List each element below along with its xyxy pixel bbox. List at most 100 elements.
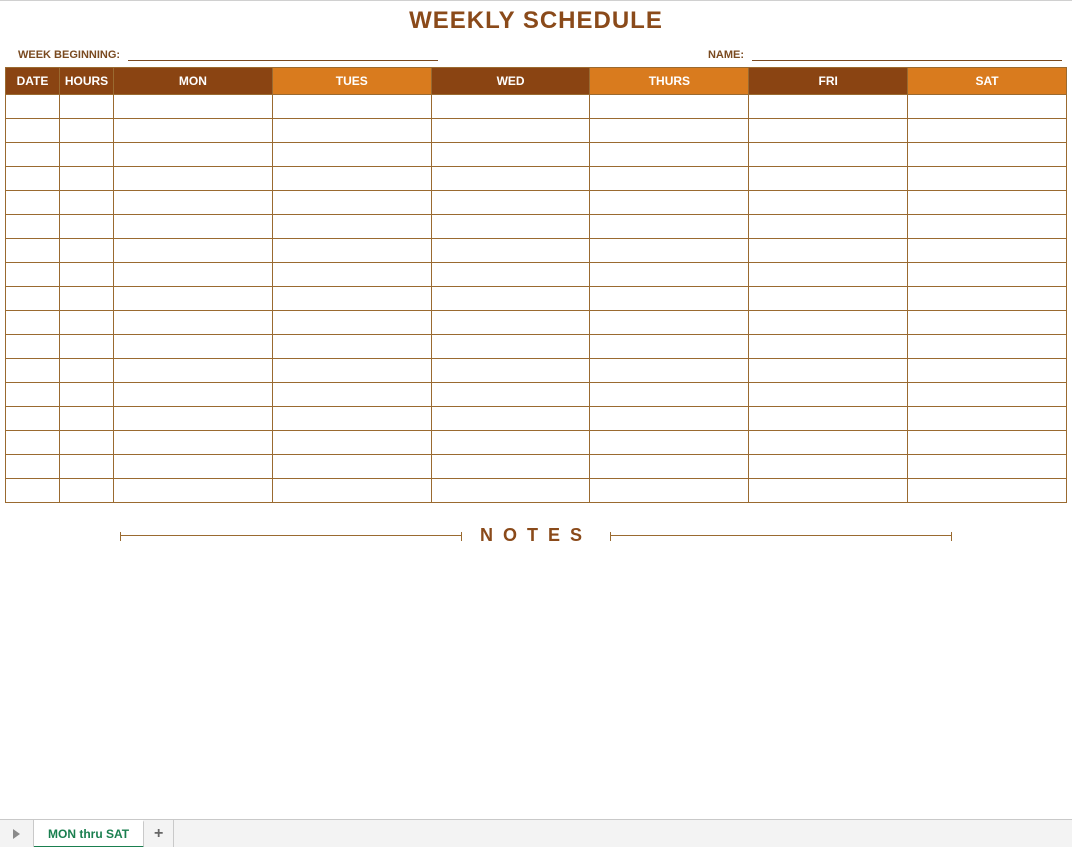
table-cell[interactable]: [272, 359, 431, 383]
table-cell[interactable]: [6, 359, 60, 383]
table-cell[interactable]: [272, 455, 431, 479]
table-cell[interactable]: [590, 383, 749, 407]
table-cell[interactable]: [60, 239, 114, 263]
table-cell[interactable]: [431, 431, 590, 455]
table-cell[interactable]: [431, 167, 590, 191]
table-cell[interactable]: [749, 263, 908, 287]
table-cell[interactable]: [114, 167, 273, 191]
table-cell[interactable]: [749, 143, 908, 167]
table-cell[interactable]: [114, 407, 273, 431]
table-cell[interactable]: [114, 287, 273, 311]
table-cell[interactable]: [590, 335, 749, 359]
table-cell[interactable]: [272, 407, 431, 431]
table-cell[interactable]: [431, 263, 590, 287]
table-cell[interactable]: [60, 263, 114, 287]
table-cell[interactable]: [908, 311, 1067, 335]
table-cell[interactable]: [6, 335, 60, 359]
table-cell[interactable]: [431, 335, 590, 359]
table-cell[interactable]: [6, 167, 60, 191]
table-cell[interactable]: [908, 239, 1067, 263]
table-cell[interactable]: [590, 191, 749, 215]
table-cell[interactable]: [590, 215, 749, 239]
table-cell[interactable]: [272, 479, 431, 503]
table-cell[interactable]: [908, 359, 1067, 383]
table-cell[interactable]: [590, 119, 749, 143]
table-cell[interactable]: [272, 335, 431, 359]
table-cell[interactable]: [431, 455, 590, 479]
table-cell[interactable]: [60, 95, 114, 119]
table-cell[interactable]: [590, 167, 749, 191]
table-cell[interactable]: [60, 479, 114, 503]
table-cell[interactable]: [6, 119, 60, 143]
table-cell[interactable]: [908, 215, 1067, 239]
table-cell[interactable]: [60, 407, 114, 431]
table-cell[interactable]: [114, 359, 273, 383]
table-cell[interactable]: [6, 431, 60, 455]
table-cell[interactable]: [749, 479, 908, 503]
table-cell[interactable]: [908, 95, 1067, 119]
table-cell[interactable]: [6, 383, 60, 407]
table-cell[interactable]: [114, 95, 273, 119]
table-cell[interactable]: [114, 119, 273, 143]
table-cell[interactable]: [272, 95, 431, 119]
table-cell[interactable]: [908, 407, 1067, 431]
table-cell[interactable]: [431, 143, 590, 167]
table-cell[interactable]: [590, 479, 749, 503]
table-cell[interactable]: [431, 95, 590, 119]
table-cell[interactable]: [908, 191, 1067, 215]
table-cell[interactable]: [272, 191, 431, 215]
table-cell[interactable]: [6, 407, 60, 431]
table-cell[interactable]: [749, 239, 908, 263]
table-cell[interactable]: [908, 287, 1067, 311]
table-cell[interactable]: [908, 455, 1067, 479]
table-cell[interactable]: [114, 263, 273, 287]
table-cell[interactable]: [6, 455, 60, 479]
table-cell[interactable]: [908, 431, 1067, 455]
table-cell[interactable]: [431, 311, 590, 335]
table-cell[interactable]: [114, 335, 273, 359]
table-cell[interactable]: [272, 239, 431, 263]
table-cell[interactable]: [272, 167, 431, 191]
table-cell[interactable]: [114, 311, 273, 335]
table-cell[interactable]: [60, 359, 114, 383]
week-beginning-input[interactable]: [128, 45, 438, 61]
add-sheet-button[interactable]: +: [144, 820, 174, 847]
name-input[interactable]: [752, 45, 1062, 61]
table-cell[interactable]: [272, 383, 431, 407]
table-cell[interactable]: [60, 191, 114, 215]
table-cell[interactable]: [114, 479, 273, 503]
table-cell[interactable]: [908, 335, 1067, 359]
table-cell[interactable]: [60, 287, 114, 311]
table-cell[interactable]: [431, 239, 590, 263]
table-cell[interactable]: [908, 119, 1067, 143]
table-cell[interactable]: [60, 215, 114, 239]
table-cell[interactable]: [272, 263, 431, 287]
table-cell[interactable]: [590, 455, 749, 479]
table-cell[interactable]: [749, 215, 908, 239]
table-cell[interactable]: [6, 191, 60, 215]
table-cell[interactable]: [749, 119, 908, 143]
table-cell[interactable]: [114, 215, 273, 239]
table-cell[interactable]: [6, 287, 60, 311]
table-cell[interactable]: [6, 479, 60, 503]
table-cell[interactable]: [114, 455, 273, 479]
table-cell[interactable]: [908, 143, 1067, 167]
table-cell[interactable]: [60, 455, 114, 479]
table-cell[interactable]: [114, 143, 273, 167]
table-cell[interactable]: [590, 95, 749, 119]
table-cell[interactable]: [749, 95, 908, 119]
table-cell[interactable]: [114, 191, 273, 215]
table-cell[interactable]: [590, 359, 749, 383]
table-cell[interactable]: [272, 311, 431, 335]
table-cell[interactable]: [60, 119, 114, 143]
tab-nav-button[interactable]: [0, 820, 34, 847]
table-cell[interactable]: [908, 383, 1067, 407]
table-cell[interactable]: [908, 479, 1067, 503]
table-cell[interactable]: [431, 287, 590, 311]
table-cell[interactable]: [6, 143, 60, 167]
table-cell[interactable]: [60, 335, 114, 359]
table-cell[interactable]: [431, 359, 590, 383]
table-cell[interactable]: [431, 191, 590, 215]
table-cell[interactable]: [590, 143, 749, 167]
table-cell[interactable]: [590, 407, 749, 431]
